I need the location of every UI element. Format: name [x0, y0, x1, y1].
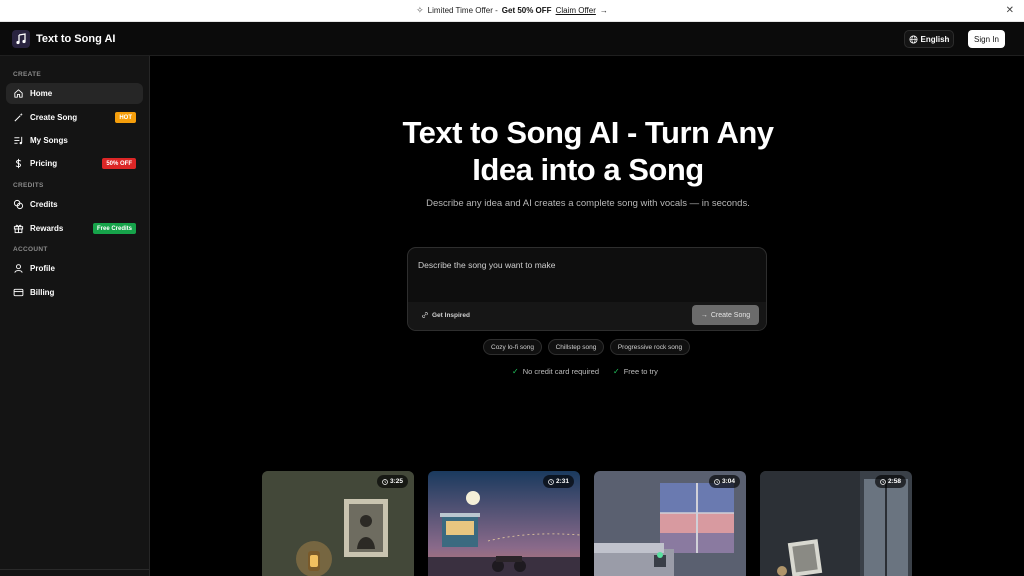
duration-label: 3:25 — [389, 478, 403, 485]
sidebar-item-home[interactable]: Home — [6, 83, 143, 104]
close-icon[interactable]: ✕ — [1006, 5, 1014, 16]
song-card[interactable]: 3:25 — [262, 471, 414, 576]
sidebar-item-label: Rewards — [30, 224, 64, 233]
sidebar-item-my-songs[interactable]: My Songs — [6, 130, 143, 151]
sidebar-item-label: Pricing — [30, 159, 58, 168]
sidebar-divider — [0, 569, 149, 570]
no-card-note: ✓ No credit card required — [512, 367, 599, 376]
link-icon — [422, 312, 428, 318]
sidebar-item-pricing[interactable]: Pricing 50% OFF — [6, 153, 143, 174]
check-label: Free to try — [623, 367, 658, 376]
free-note: ✓ Free to try — [613, 367, 658, 376]
duration-badge: 3:04 — [708, 475, 740, 488]
promo-offer: Get 50% OFF — [501, 6, 552, 15]
clock-icon — [880, 478, 886, 485]
clock-icon — [548, 478, 554, 485]
prompt-toolbar: Get Inspired → Create Song — [408, 302, 766, 330]
suggestion-chip[interactable]: Cozy lo-fi song — [483, 339, 542, 355]
promo-text: Limited Time Offer - — [427, 6, 498, 15]
duration-label: 2:58 — [887, 478, 901, 485]
top-header: Text to Song AI English Sign In — [0, 22, 1024, 56]
suggestion-chip[interactable]: Progressive rock song — [610, 339, 690, 355]
sidebar-item-create-song[interactable]: Create Song HOT — [6, 107, 143, 128]
hero-subtitle: Describe any idea and AI creates a compl… — [426, 198, 750, 209]
arrow-right-icon: → — [599, 6, 608, 15]
coins-icon — [13, 199, 24, 210]
language-button[interactable]: English — [904, 30, 954, 48]
section-label-create: CREATE — [13, 71, 42, 78]
sidebar-item-rewards[interactable]: Rewards Free Credits — [6, 218, 143, 239]
sidebar-item-billing[interactable]: Billing — [6, 282, 143, 303]
sidebar-item-label: My Songs — [30, 136, 68, 145]
check-label: No credit card required — [522, 367, 599, 376]
song-card[interactable]: 2:31 — [428, 471, 580, 576]
language-label: English — [920, 34, 950, 44]
gift-icon — [13, 224, 24, 234]
duration-label: 2:31 — [555, 478, 569, 485]
free-credits-badge: Free Credits — [92, 223, 136, 234]
duration-badge: 3:25 — [376, 475, 408, 488]
sidebar-item-label: Create Song — [30, 113, 78, 122]
sidebar-item-label: Home — [30, 89, 53, 98]
sidebar-item-label: Billing — [30, 288, 55, 297]
promo-banner: ✧ Limited Time Offer - Get 50% OFF Claim… — [0, 0, 1024, 22]
song-card[interactable]: 3:04 — [594, 471, 746, 576]
song-card[interactable]: 2:58 — [760, 471, 912, 576]
globe-icon — [909, 34, 918, 44]
clock-icon — [382, 478, 388, 485]
claim-offer-link[interactable]: Claim Offer — [556, 6, 596, 15]
music-list-icon — [14, 136, 23, 145]
duration-badge: 2:31 — [542, 475, 574, 488]
sidebar-item-profile[interactable]: Profile — [6, 258, 143, 279]
song-prompt-box[interactable]: Describe the song you want to make Get I… — [407, 247, 767, 331]
section-label-account: ACCOUNT — [13, 246, 48, 253]
wand-icon — [14, 112, 23, 122]
sidebar-item-credits[interactable]: Credits — [6, 194, 143, 215]
music-note-icon — [16, 33, 26, 45]
sidebar-item-label: Credits — [30, 200, 58, 209]
create-song-label: Create Song — [710, 311, 751, 319]
dollar-icon — [15, 158, 22, 169]
check-icon: ✓ — [613, 367, 620, 376]
section-label-credits: CREDITS — [13, 182, 44, 189]
duration-badge: 2:58 — [874, 475, 906, 488]
duration-label: 3:04 — [721, 478, 735, 485]
title-line-2: Idea into a Song — [472, 152, 704, 187]
home-icon — [14, 89, 23, 98]
hot-badge: HOT — [115, 112, 136, 123]
suggestion-chip[interactable]: Chillstep song — [548, 339, 604, 355]
sidebar: CREATE Home Create Song HOT My Songs Pri… — [0, 56, 150, 576]
create-song-button[interactable]: → Create Song — [692, 305, 759, 325]
clock-icon — [714, 478, 720, 485]
sign-in-button[interactable]: Sign In — [968, 30, 1005, 48]
get-inspired-button[interactable]: Get Inspired — [421, 311, 470, 319]
sparkle-icon: ✧ — [416, 5, 424, 15]
user-icon — [14, 264, 23, 273]
app-logo[interactable] — [12, 30, 30, 48]
get-inspired-label: Get Inspired — [432, 311, 470, 319]
credit-card-icon — [13, 288, 24, 297]
app-title[interactable]: Text to Song AI — [36, 33, 115, 45]
sidebar-item-label: Profile — [30, 264, 55, 273]
page-title: Text to Song AI - Turn Any Idea into a S… — [350, 114, 826, 188]
song-prompt-input[interactable]: Describe the song you want to make — [418, 260, 556, 270]
arrow-right-icon: → — [700, 311, 708, 319]
check-icon: ✓ — [512, 367, 519, 376]
title-line-1: Text to Song AI - Turn Any — [402, 115, 774, 150]
discount-badge: 50% OFF — [102, 158, 136, 169]
